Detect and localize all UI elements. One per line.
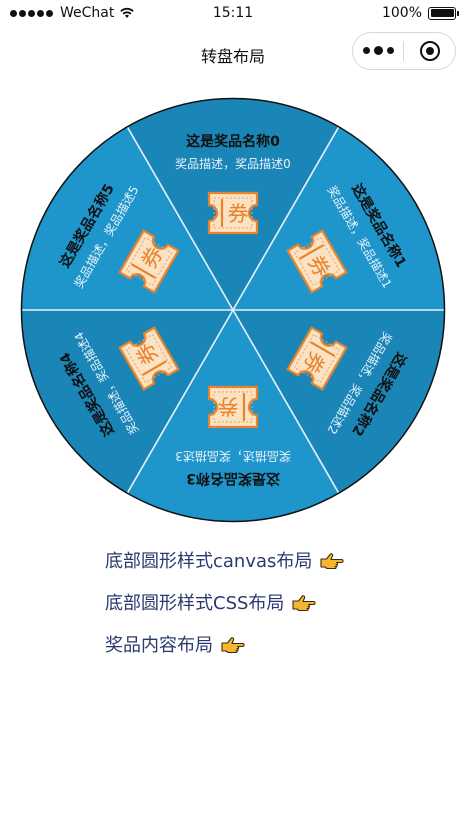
more-icon[interactable]	[353, 46, 403, 55]
coupon-icon: 券	[207, 385, 259, 429]
prize-name: 这是奖品名称0	[186, 133, 280, 150]
link-label: 底部圆形样式canvas布局	[105, 551, 313, 572]
layout-links: 底部圆形样式canvas布局 底部圆形样式CSS布局 奖品内容布局	[105, 550, 344, 676]
prize-name: 这是奖品名称3	[186, 470, 280, 487]
battery-level: 100%	[381, 5, 422, 21]
link-label: 底部圆形样式CSS布局	[105, 593, 285, 614]
mini-program-capsule	[352, 32, 456, 70]
coupon-label: 券	[218, 394, 239, 418]
prize-wheel-svg: 这是奖品名称0奖品描述，奖品描述0券 这是奖品名称1奖品描述，奖品描述1券这是奖品…	[20, 97, 446, 523]
battery-icon	[428, 6, 459, 20]
status-bar: WeChat 15:11 100%	[0, 0, 466, 28]
prize-description: 奖品描述，奖品描述3	[175, 449, 291, 463]
link-canvas-layout[interactable]: 底部圆形样式canvas布局	[105, 550, 344, 572]
coupon-icon: 券	[207, 191, 259, 235]
prize-description: 奖品描述，奖品描述0	[175, 157, 291, 171]
pointing-hand-icon	[320, 553, 344, 569]
nav-bar: 转盘布局	[0, 28, 466, 78]
close-mini-program-icon[interactable]	[404, 41, 455, 61]
link-prize-content-layout[interactable]: 奖品内容布局	[105, 634, 344, 656]
coupon-label: 券	[228, 202, 249, 226]
pointing-hand-icon	[221, 637, 245, 653]
prize-wheel[interactable]: 这是奖品名称0 奖品描述，奖品描述0 券这是奖品名称1 奖品描述，奖品描述1 券这是奖品…	[20, 97, 446, 523]
link-label: 奖品内容布局	[105, 635, 213, 656]
link-css-layout[interactable]: 底部圆形样式CSS布局	[105, 592, 344, 614]
pointing-hand-icon	[292, 595, 316, 611]
status-right: 100%	[381, 5, 459, 21]
